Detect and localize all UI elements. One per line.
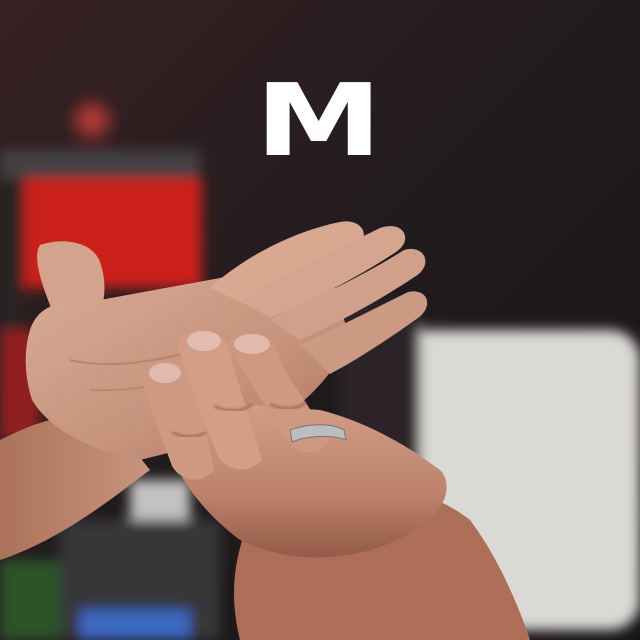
caption-letter: M — [255, 62, 385, 179]
video-frame: M — [0, 0, 640, 640]
